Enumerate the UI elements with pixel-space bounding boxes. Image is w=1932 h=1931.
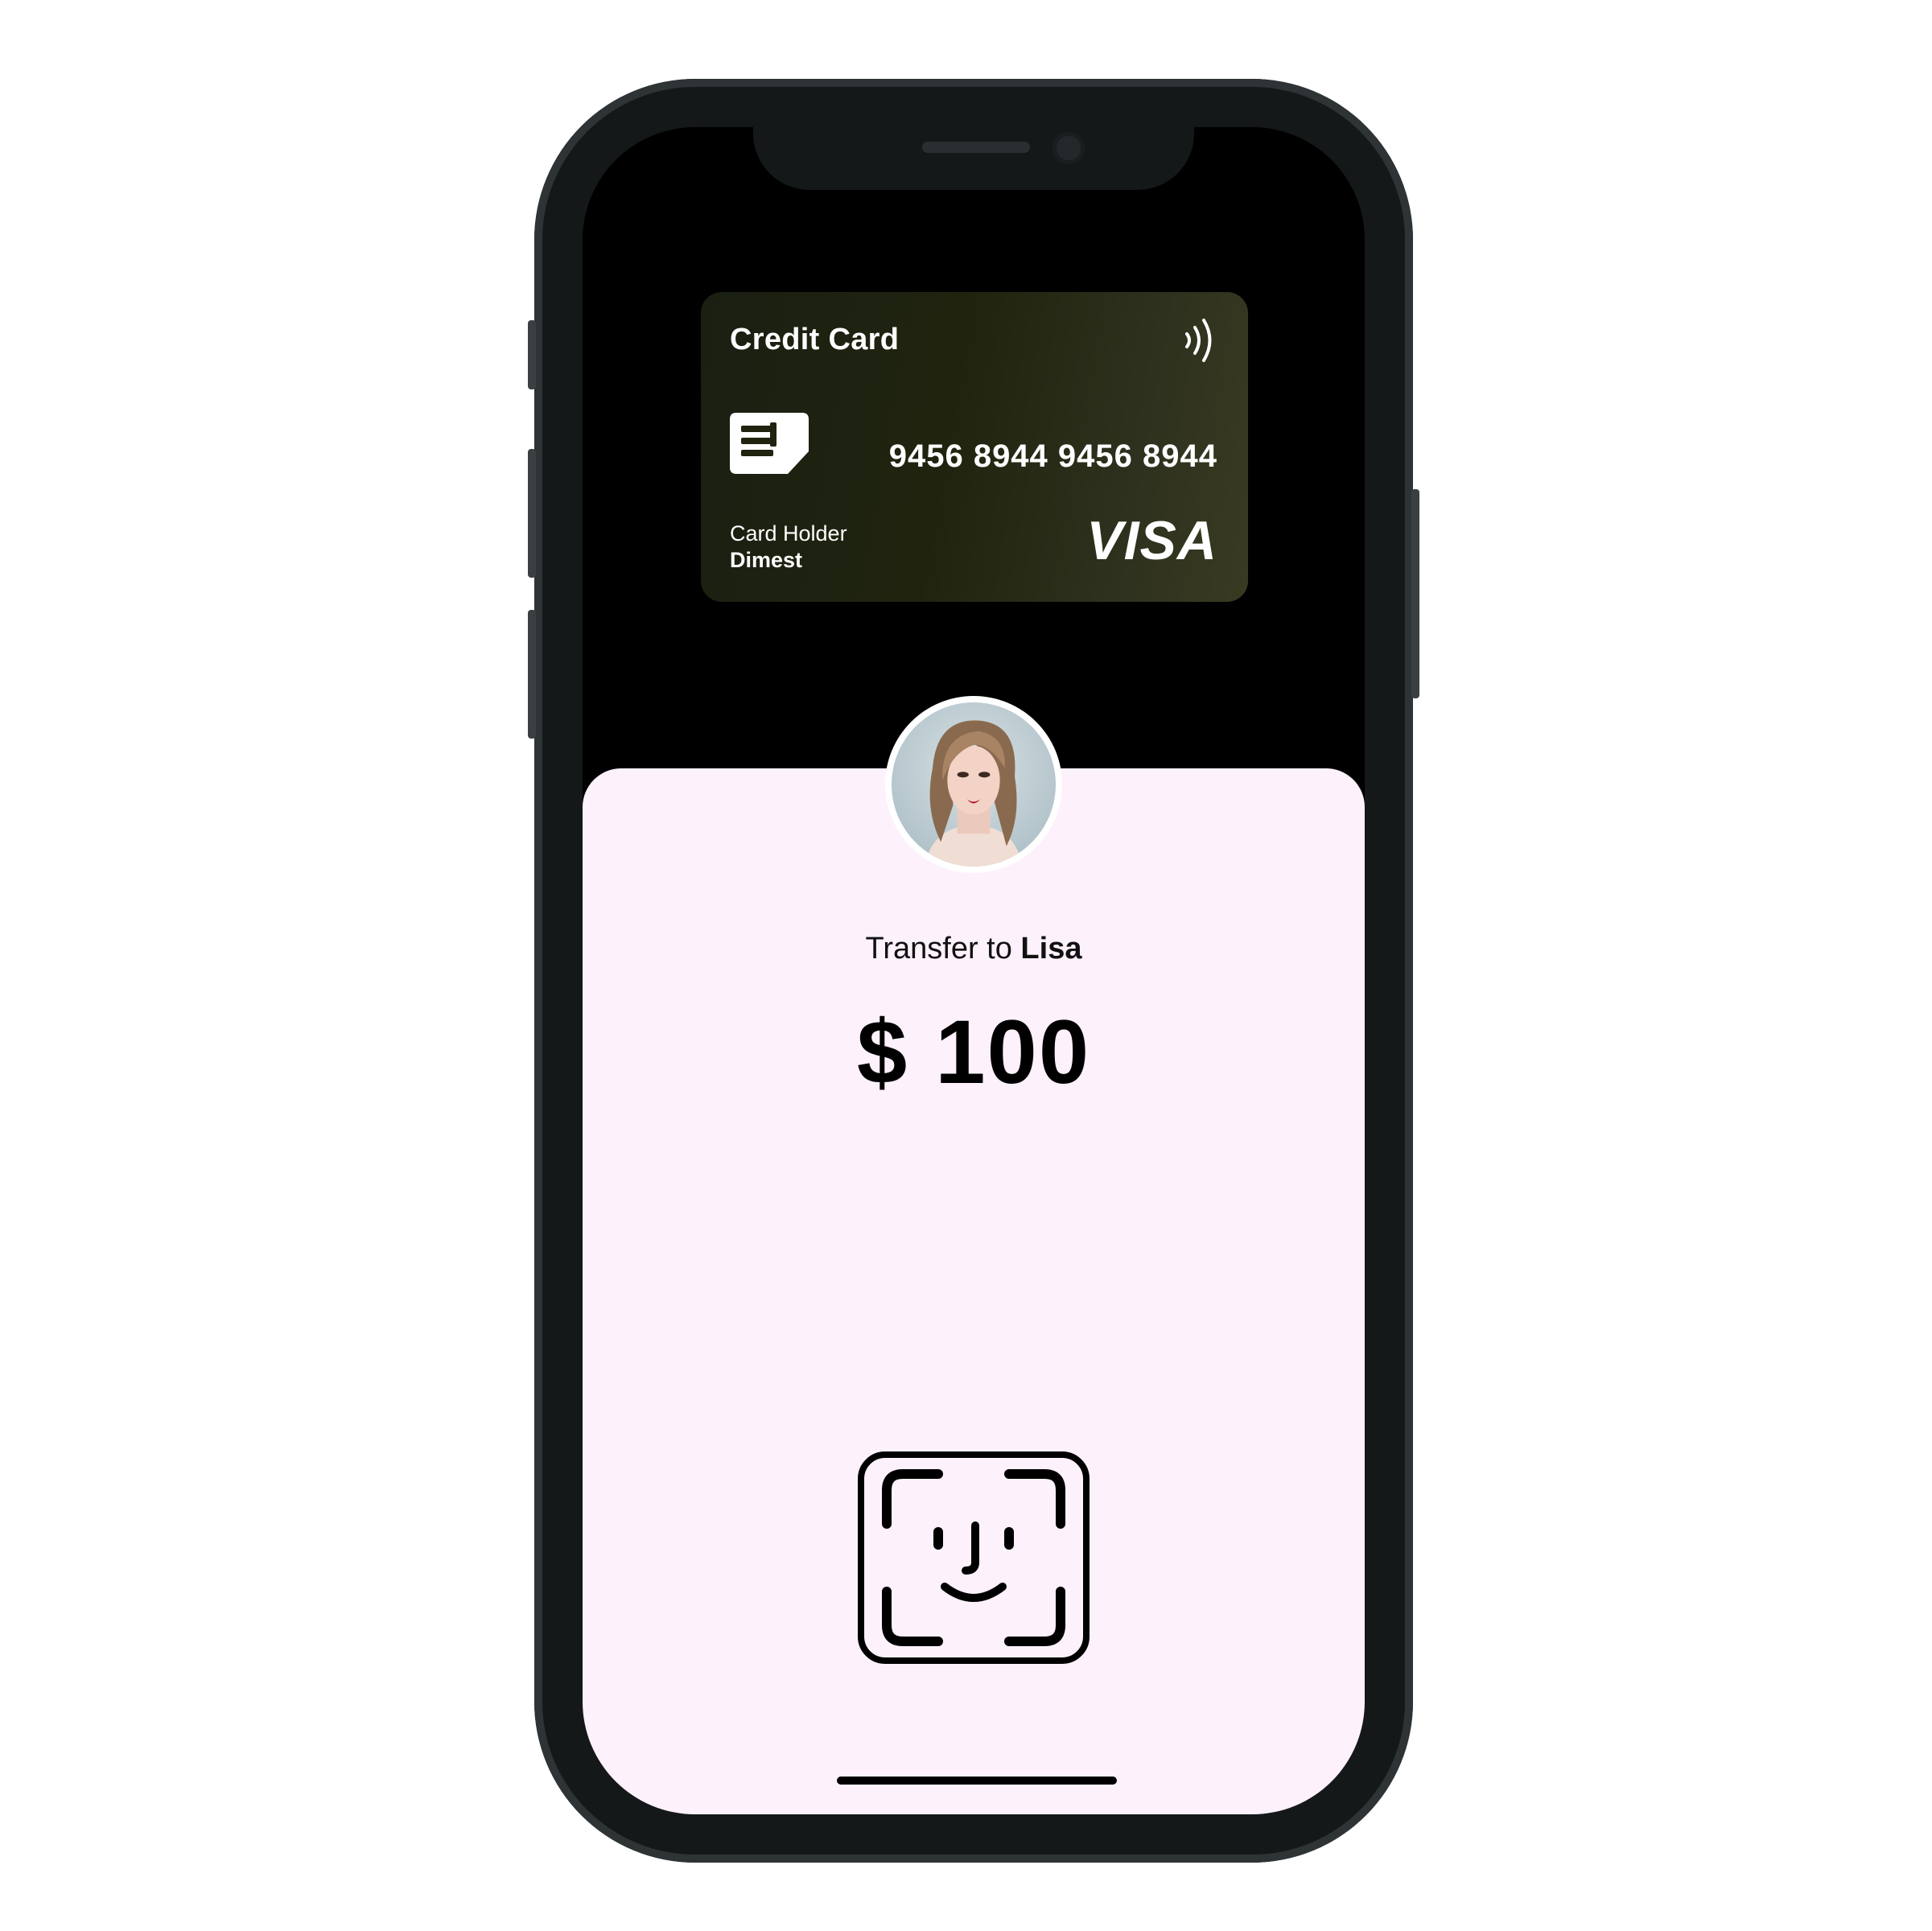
card-chip-icon [730,413,809,474]
face-id-icon[interactable] [858,1451,1090,1664]
phone-frame: Credit Card 9456 8944 9456 8944 Card Hol… [528,79,1419,1863]
credit-card[interactable]: Credit Card 9456 8944 9456 8944 Card Hol… [701,292,1248,602]
notch [753,127,1194,190]
visa-logo: VISA [1086,510,1217,571]
avatar-image [892,702,1056,867]
speaker [922,142,1030,153]
card-title: Credit Card [730,323,900,356]
card-holder-name: Dimest [730,548,803,572]
volume-down-button [528,610,536,739]
card-number: 9456 8944 9456 8944 [888,438,1217,474]
silent-switch [528,320,536,389]
recipient-name: Lisa [1020,932,1082,966]
front-camera [1053,132,1085,164]
card-holder-label: Card Holder [730,521,847,546]
contactless-icon [1185,319,1212,362]
transfer-amount: $ 100 [856,1002,1091,1102]
screen: Credit Card 9456 8944 9456 8944 Card Hol… [583,127,1365,1814]
transfer-recipient-text: Transfer to Lisa [583,932,1365,966]
volume-up-button [528,449,536,578]
transfer-prefix: Transfer to [865,932,1021,966]
power-button [1411,489,1419,698]
recipient-avatar [885,696,1062,873]
home-indicator[interactable] [837,1777,1117,1785]
